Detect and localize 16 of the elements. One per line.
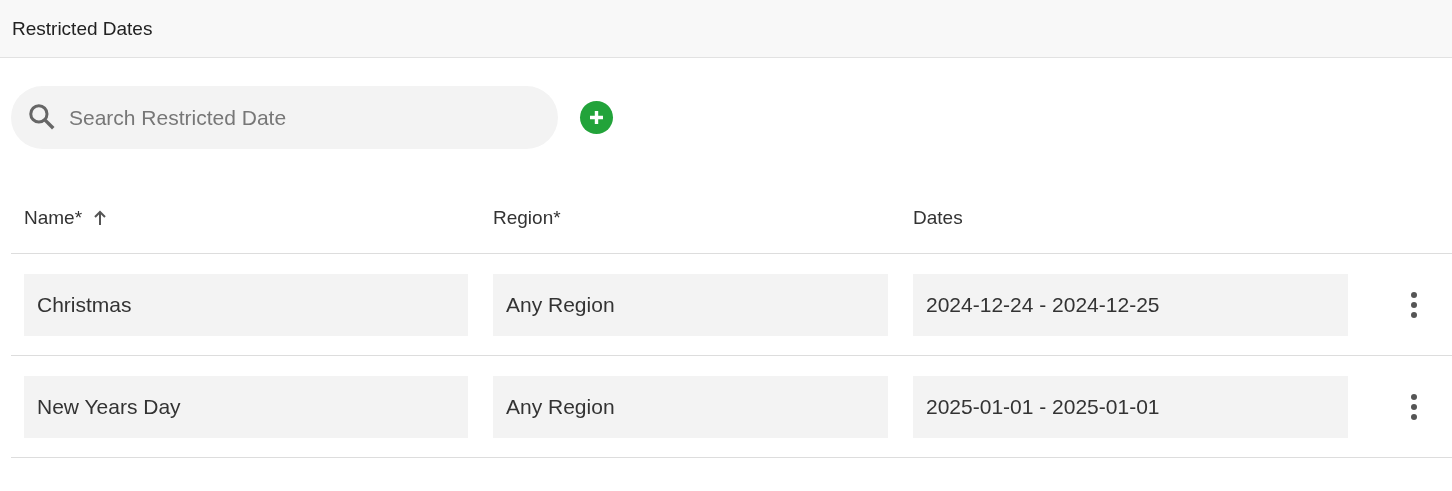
- add-button[interactable]: [580, 101, 613, 134]
- column-header[interactable]: Dates: [913, 206, 963, 229]
- region-cell: Any Region: [493, 375, 888, 438]
- dates-cell: 2025-01-01 - 2025-01-01: [913, 375, 1348, 438]
- search-field[interactable]: Search Restricted Date: [11, 86, 558, 149]
- region-cell: Any Region: [493, 273, 888, 336]
- column-header[interactable]: Region*: [493, 206, 561, 229]
- plus-icon: [588, 109, 605, 126]
- kebab-icon: [1410, 290, 1418, 319]
- dates-cell: 2024-12-24 - 2024-12-25: [913, 273, 1348, 336]
- page-title: Restricted Dates: [12, 17, 153, 40]
- kebab-icon: [1410, 392, 1418, 421]
- name-cell: New Years Day: [24, 375, 468, 438]
- name-cell: Christmas: [24, 273, 468, 336]
- column-header[interactable]: Name*: [24, 206, 83, 229]
- search-icon: [27, 102, 57, 132]
